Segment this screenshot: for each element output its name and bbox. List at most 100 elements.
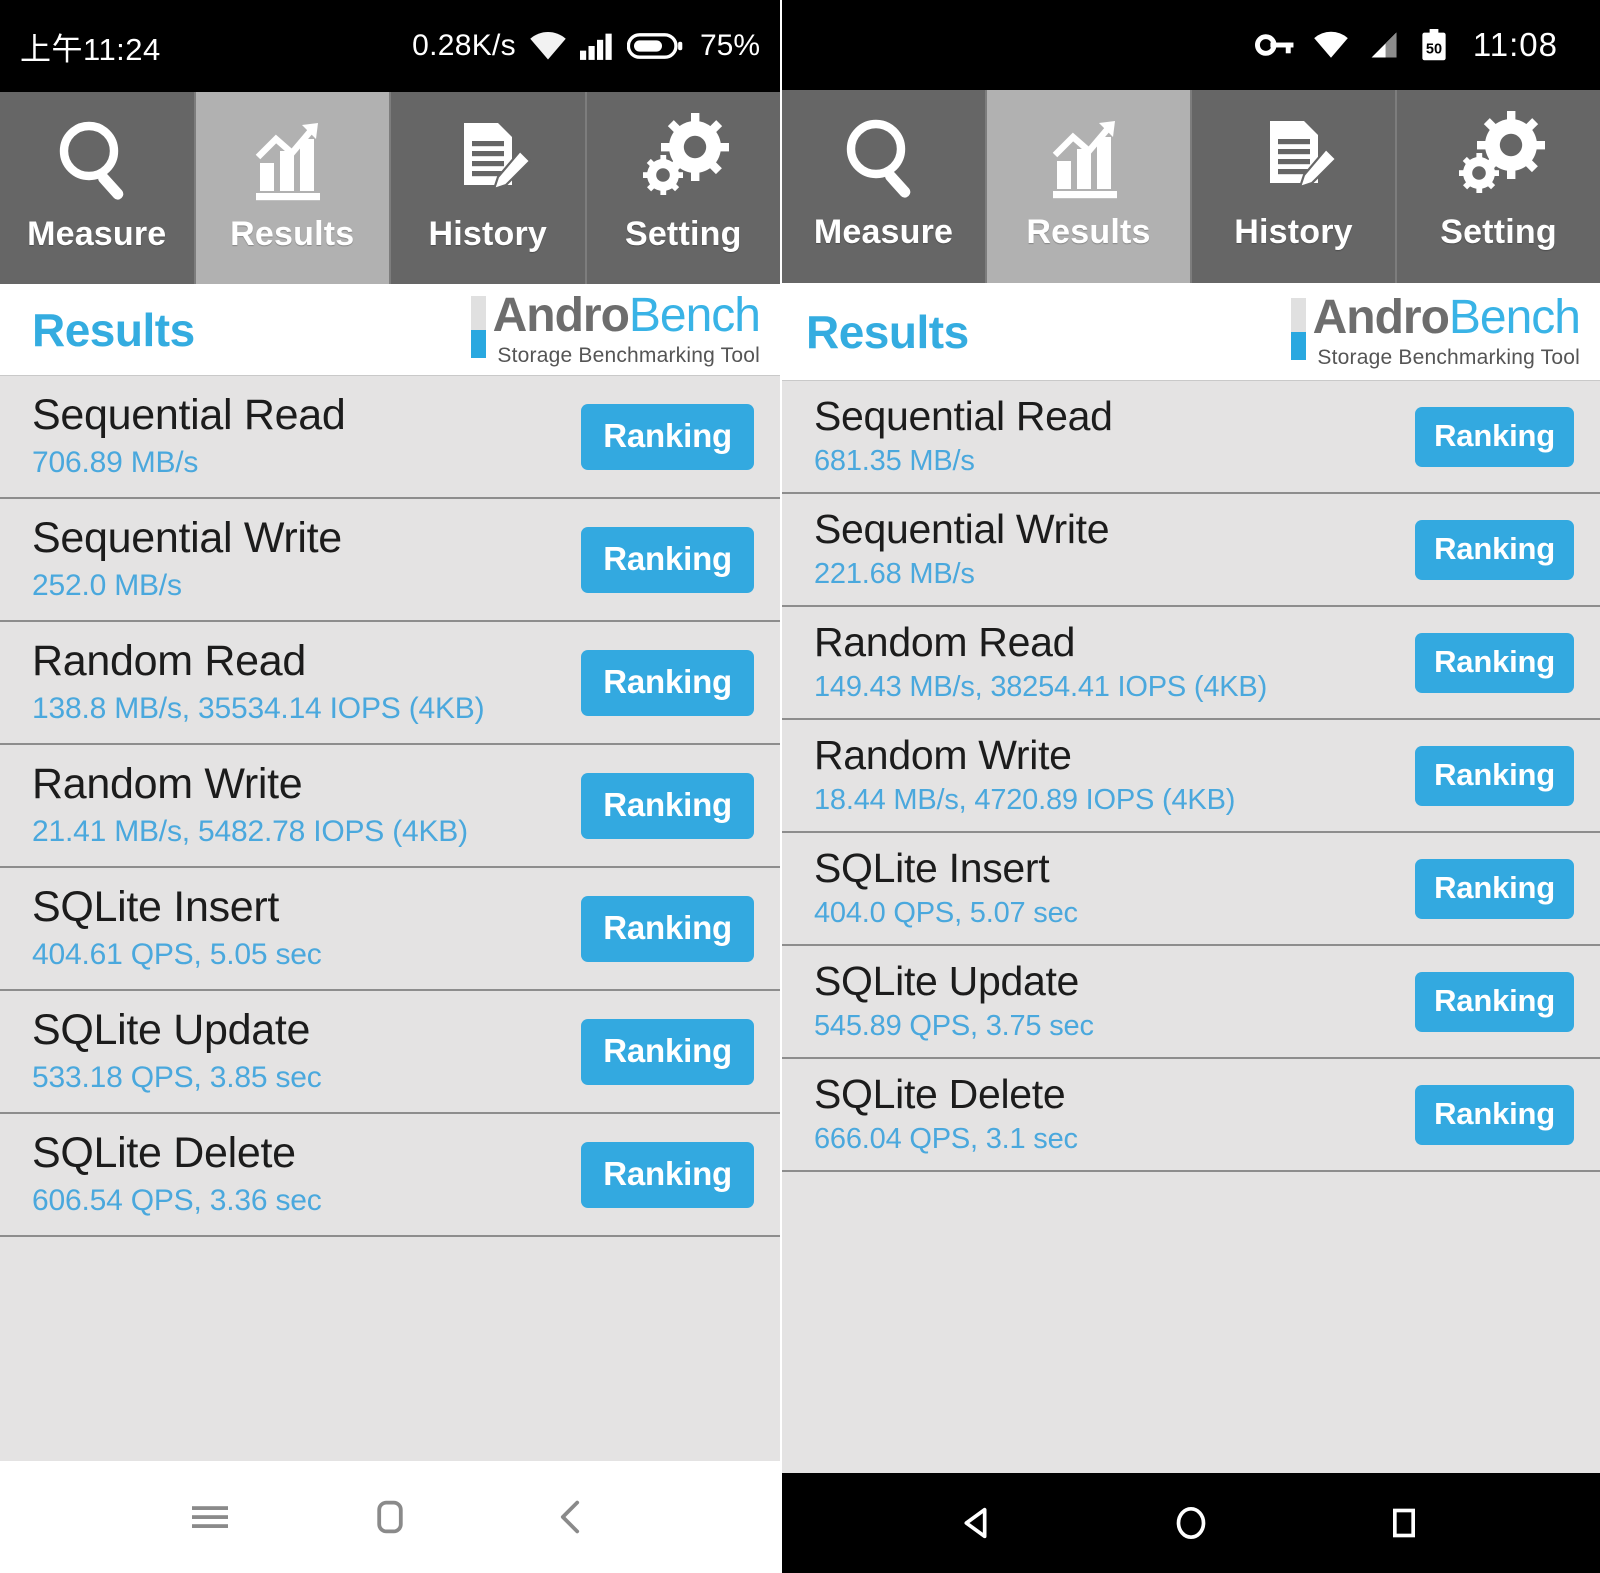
benchmark-value: 18.44 MB/s, 4720.89 IOPS (4KB) xyxy=(814,783,1236,816)
battery-icon xyxy=(626,31,683,61)
tab-label-measure: Measure xyxy=(27,215,167,253)
logo-secondary-text: Bench xyxy=(1448,290,1581,344)
table-row[interactable]: SQLite Insert 404.61 QPS, 5.05 sec Ranki… xyxy=(0,868,780,991)
home-circle-icon[interactable] xyxy=(1146,1478,1236,1568)
benchmark-value: 221.68 MB/s xyxy=(814,557,975,590)
ranking-button[interactable]: Ranking xyxy=(581,403,754,470)
ranking-button[interactable]: Ranking xyxy=(581,895,754,962)
benchmark-name: Random Read xyxy=(32,636,306,685)
benchmark-name: Sequential Write xyxy=(814,506,1110,553)
ranking-button[interactable]: Ranking xyxy=(581,526,754,593)
logo-bar-icon xyxy=(470,295,486,358)
left-results-list: Sequential Read 706.89 MB/s Ranking Sequ… xyxy=(0,376,780,1461)
ranking-button[interactable]: Ranking xyxy=(1415,858,1574,919)
bar-chart-arrow-icon xyxy=(244,109,340,213)
battery-icon: 50 xyxy=(1419,29,1449,61)
tab-label-setting: Setting xyxy=(1440,213,1557,251)
status-indicators: 50 11:08 xyxy=(1254,26,1580,64)
table-row[interactable]: Sequential Write 221.68 MB/s Ranking xyxy=(782,494,1600,607)
tab-measure[interactable]: Measure xyxy=(0,92,196,284)
table-row[interactable]: SQLite Delete 606.54 QPS, 3.36 sec Ranki… xyxy=(0,1114,780,1237)
ranking-button[interactable]: Ranking xyxy=(581,1018,754,1085)
benchmark-name: SQLite Insert xyxy=(32,882,280,931)
tab-label-results: Results xyxy=(230,215,355,253)
benchmark-value: 706.89 MB/s xyxy=(32,446,199,480)
benchmark-value: 666.04 QPS, 3.1 sec xyxy=(814,1122,1078,1155)
ranking-button[interactable]: Ranking xyxy=(581,649,754,716)
benchmark-value: 252.0 MB/s xyxy=(32,569,182,603)
left-phone-screen: 上午11:24 0.28K/s 75% Measure Results Hist… xyxy=(0,0,780,1573)
logo-secondary-text: Bench xyxy=(628,288,761,342)
tab-results[interactable]: Results xyxy=(987,90,1192,283)
left-navigation-bar xyxy=(0,1461,780,1573)
ranking-button[interactable]: Ranking xyxy=(1415,745,1574,806)
vpn-key-icon xyxy=(1254,31,1295,59)
benchmark-value: 533.18 QPS, 3.85 sec xyxy=(32,1061,322,1095)
benchmark-name: Sequential Write xyxy=(32,513,342,562)
right-results-list: Sequential Read 681.35 MB/s Ranking Sequ… xyxy=(782,381,1600,1473)
cellular-signal-icon xyxy=(1367,31,1401,59)
ranking-button[interactable]: Ranking xyxy=(581,772,754,839)
benchmark-value: 606.54 QPS, 3.36 sec xyxy=(32,1184,322,1218)
table-row[interactable]: Sequential Write 252.0 MB/s Ranking xyxy=(0,499,780,622)
ranking-button[interactable]: Ranking xyxy=(1415,519,1574,580)
logo-tagline: Storage Benchmarking Tool xyxy=(497,343,760,367)
screenshot-comparison: 上午11:24 0.28K/s 75% Measure Results Hist… xyxy=(0,0,1600,1573)
menu-icon[interactable] xyxy=(165,1472,255,1562)
right-phone-screen: 50 11:08 Measure Results History Setting… xyxy=(780,0,1600,1573)
table-row[interactable]: SQLite Update 533.18 QPS, 3.85 sec Ranki… xyxy=(0,991,780,1114)
table-row[interactable]: Sequential Read 706.89 MB/s Ranking xyxy=(0,376,780,499)
tab-history[interactable]: History xyxy=(391,92,587,284)
gears-icon xyxy=(635,109,731,213)
tab-history[interactable]: History xyxy=(1192,90,1397,283)
tab-setting[interactable]: Setting xyxy=(1397,90,1600,283)
benchmark-value: 404.0 QPS, 5.07 sec xyxy=(814,896,1078,929)
back-chevron-icon[interactable] xyxy=(525,1472,615,1562)
magnifier-icon xyxy=(49,109,145,213)
table-row[interactable]: Random Write 21.41 MB/s, 5482.78 IOPS (4… xyxy=(0,745,780,868)
ranking-button[interactable]: Ranking xyxy=(581,1141,754,1208)
right-status-bar: 50 11:08 xyxy=(782,0,1600,90)
tab-label-setting: Setting xyxy=(624,215,742,253)
table-row[interactable]: SQLite Delete 666.04 QPS, 3.1 sec Rankin… xyxy=(782,1059,1600,1172)
tab-setting[interactable]: Setting xyxy=(586,92,780,284)
ranking-button[interactable]: Ranking xyxy=(1415,971,1574,1032)
tab-measure[interactable]: Measure xyxy=(782,90,987,283)
benchmark-name: Random Read xyxy=(814,619,1076,666)
tab-results[interactable]: Results xyxy=(195,92,391,284)
benchmark-value: 404.61 QPS, 5.05 sec xyxy=(32,938,322,972)
androbench-logo: AndroBench Storage Benchmarking Tool xyxy=(1290,290,1581,370)
network-speed-text: 0.28K/s xyxy=(412,29,516,62)
right-app-header: Results AndroBench Storage Benchmarking … xyxy=(782,283,1600,381)
table-row[interactable]: Random Write 18.44 MB/s, 4720.89 IOPS (4… xyxy=(782,720,1600,833)
benchmark-name: SQLite Delete xyxy=(32,1128,296,1177)
cellular-signal-icon xyxy=(579,31,614,61)
wifi-icon xyxy=(529,31,567,61)
tab-label-history: History xyxy=(428,215,548,253)
page-title: Results xyxy=(32,303,195,356)
logo-primary-text: Andro xyxy=(1312,290,1450,344)
logo-bar-icon xyxy=(1290,297,1306,360)
ranking-button[interactable]: Ranking xyxy=(1415,1084,1574,1145)
table-row[interactable]: SQLite Update 545.89 QPS, 3.75 sec Ranki… xyxy=(782,946,1600,1059)
left-status-bar: 上午11:24 0.28K/s 75% xyxy=(0,0,780,92)
table-row[interactable]: SQLite Insert 404.0 QPS, 5.07 sec Rankin… xyxy=(782,833,1600,946)
ranking-button[interactable]: Ranking xyxy=(1415,406,1574,467)
left-app-header: Results AndroBench Storage Benchmarking … xyxy=(0,284,780,376)
benchmark-value: 545.89 QPS, 3.75 sec xyxy=(814,1009,1094,1042)
status-clock: 11:08 xyxy=(1472,26,1558,63)
bar-chart-arrow-icon xyxy=(1041,107,1137,211)
androbench-logo: AndroBench Storage Benchmarking Tool xyxy=(470,288,761,368)
table-row[interactable]: Random Read 149.43 MB/s, 38254.41 IOPS (… xyxy=(782,607,1600,720)
home-rounded-square-icon[interactable] xyxy=(345,1472,435,1562)
recents-square-icon[interactable] xyxy=(1359,1478,1449,1568)
table-row[interactable]: Random Read 138.8 MB/s, 35534.14 IOPS (4… xyxy=(0,622,780,745)
benchmark-value: 21.41 MB/s, 5482.78 IOPS (4KB) xyxy=(32,815,468,849)
logo-primary-text: Andro xyxy=(492,288,630,342)
logo-tagline: Storage Benchmarking Tool xyxy=(1317,345,1580,369)
ranking-button[interactable]: Ranking xyxy=(1415,632,1574,693)
table-row[interactable]: Sequential Read 681.35 MB/s Ranking xyxy=(782,381,1600,494)
back-triangle-icon[interactable] xyxy=(933,1478,1023,1568)
wifi-icon xyxy=(1313,31,1349,59)
tab-label-results: Results xyxy=(1026,213,1151,251)
